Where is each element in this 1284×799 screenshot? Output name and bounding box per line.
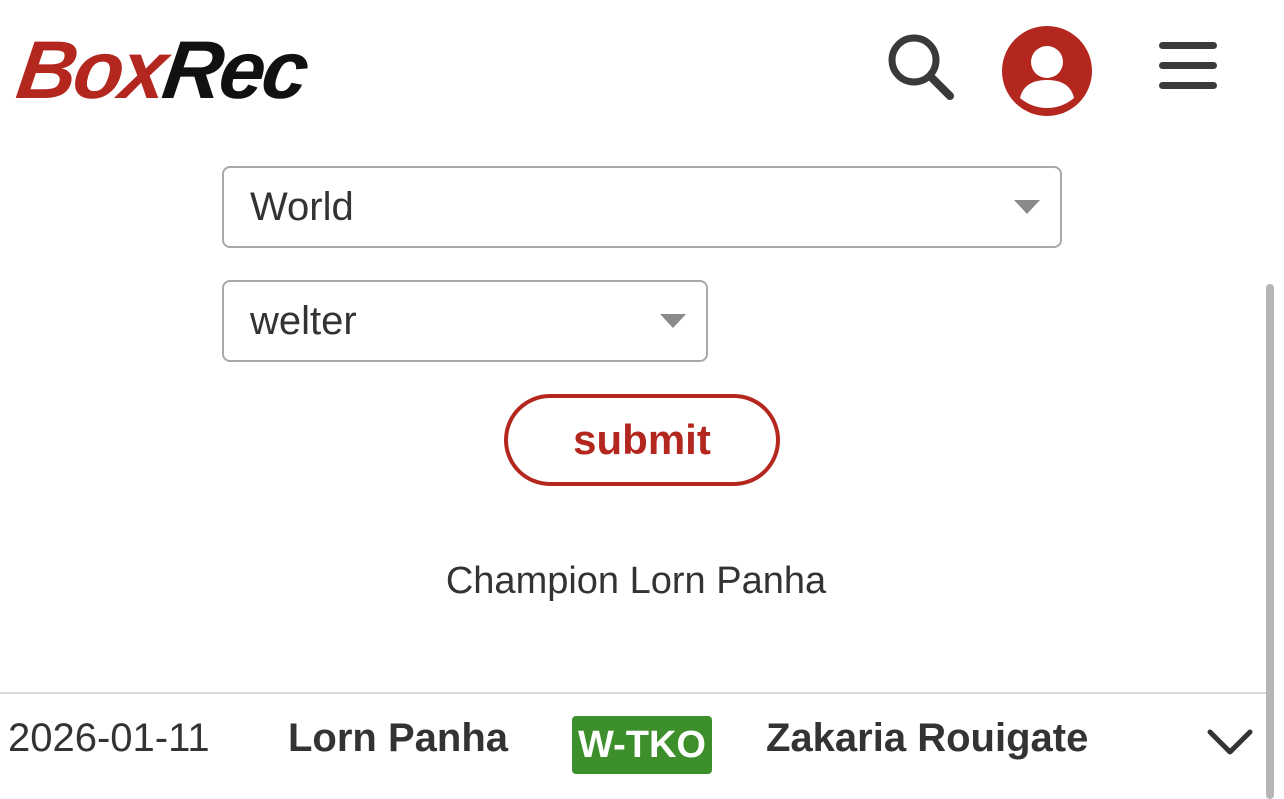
dropdown-caret-icon: [1014, 200, 1040, 214]
region-select-value: World: [250, 184, 354, 229]
logo-box-text: Box: [11, 25, 171, 116]
fight-boxer-2[interactable]: Zakaria Rouigate: [766, 716, 1088, 761]
champion-text: Champion Lorn Panha: [445, 560, 827, 602]
logo-rec-text: Rec: [157, 25, 312, 116]
site-header: BoxRec: [0, 0, 1284, 140]
division-select-value: welter: [250, 298, 357, 343]
weight-division-select[interactable]: welter: [222, 280, 708, 362]
expand-fight-button[interactable]: [1206, 724, 1254, 760]
search-button[interactable]: [884, 30, 958, 104]
fight-row[interactable]: 2026-01-11 Lorn Panha W-TKO Zakaria Roui…: [0, 694, 1268, 799]
submit-button[interactable]: submit: [504, 394, 780, 486]
search-icon: [888, 34, 954, 100]
boxrec-logo[interactable]: BoxRec: [11, 25, 312, 116]
fight-boxer-1[interactable]: Lorn Panha: [288, 716, 508, 761]
region-select[interactable]: World: [222, 166, 1062, 248]
account-button[interactable]: [1002, 26, 1092, 116]
chevron-down-icon: [1207, 729, 1253, 755]
page: BoxRec World welter submit Champion Lorn…: [0, 0, 1284, 799]
dropdown-caret-icon: [660, 314, 686, 328]
fight-date: 2026-01-11: [8, 716, 210, 760]
user-account-icon: [1002, 26, 1092, 116]
menu-button[interactable]: [1156, 36, 1220, 96]
fight-result-badge: W-TKO: [572, 716, 712, 774]
hamburger-menu-icon: [1159, 42, 1217, 89]
scrollbar[interactable]: [1266, 284, 1274, 799]
